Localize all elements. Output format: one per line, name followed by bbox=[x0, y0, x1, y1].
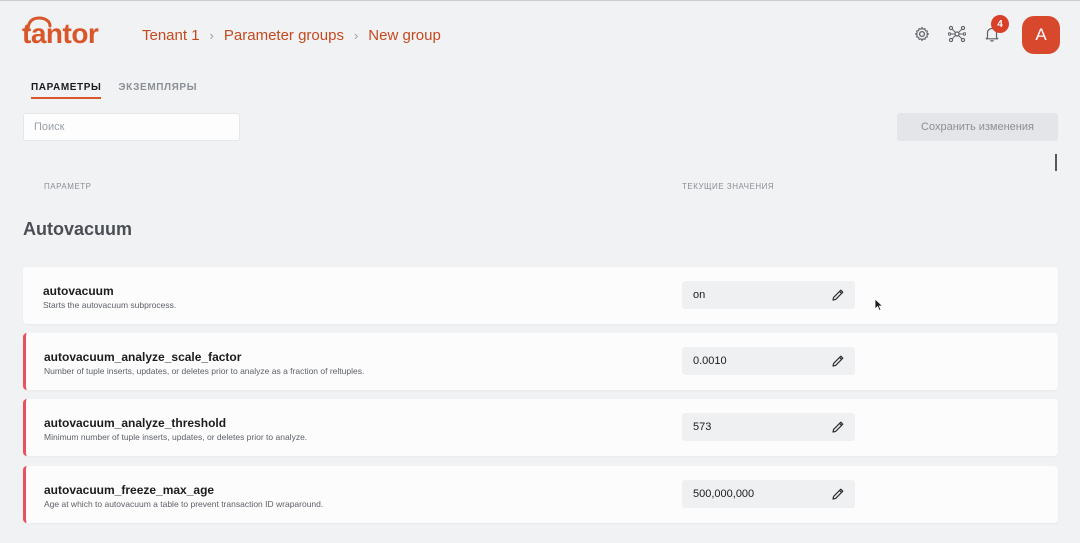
breadcrumb-new-group[interactable]: New group bbox=[368, 27, 441, 44]
tab-instances[interactable]: ЭКЗЕМПЛЯРЫ bbox=[118, 82, 197, 99]
column-header-current-values: ТЕКУЩИЕ ЗНАЧЕНИЯ bbox=[682, 182, 775, 191]
chevron-right-icon: › bbox=[209, 28, 214, 43]
param-row-autovacuum-freeze-max-age: autovacuum_freeze_max_age Age at which t… bbox=[23, 466, 1058, 523]
param-name: autovacuum_freeze_max_age bbox=[44, 483, 215, 497]
param-name: autovacuum_analyze_scale_factor bbox=[44, 350, 242, 364]
param-value: on bbox=[693, 289, 706, 301]
param-value: 573 bbox=[693, 421, 712, 433]
section-title: Autovacuum bbox=[23, 219, 133, 239]
param-row-autovacuum: autovacuum Starts the autovacuum subproc… bbox=[23, 267, 1058, 324]
chevron-right-icon: › bbox=[353, 28, 359, 43]
param-value-field[interactable]: 0.0010 bbox=[682, 347, 855, 375]
save-changes-button[interactable]: Сохранить изменения bbox=[897, 113, 1058, 141]
param-value: 500,000,000 bbox=[693, 488, 755, 500]
search-input[interactable] bbox=[23, 113, 240, 141]
logo-text: tantor bbox=[22, 18, 99, 49]
breadcrumb: Tenant 1 › Parameter groups › New group bbox=[142, 27, 441, 44]
param-description: Starts the autovacuum subprocess. bbox=[43, 300, 177, 310]
param-value-field[interactable]: 573 bbox=[682, 413, 855, 441]
param-value-field[interactable]: on bbox=[682, 281, 855, 309]
tab-parameters[interactable]: ПАРАМЕТРЫ bbox=[31, 82, 102, 99]
pencil-icon[interactable] bbox=[831, 420, 845, 434]
param-description: Age at which to autovacuum a table to pr… bbox=[44, 499, 324, 509]
breadcrumb-parameter-groups[interactable]: Parameter groups bbox=[224, 27, 344, 44]
param-description: Number of tuple inserts, updates, or del… bbox=[44, 366, 365, 376]
mouse-cursor-icon bbox=[874, 298, 884, 312]
tantor-logo[interactable]: tantor bbox=[22, 16, 102, 52]
cluster-icon[interactable] bbox=[947, 24, 967, 44]
column-header-parameter: ПАРАМЕТР bbox=[44, 182, 92, 191]
notification-badge: 4 bbox=[991, 15, 1009, 33]
pencil-icon[interactable] bbox=[831, 354, 845, 368]
param-row-autovacuum-analyze-threshold: autovacuum_analyze_threshold Minimum num… bbox=[23, 399, 1058, 456]
param-description: Minimum number of tuple inserts, updates… bbox=[44, 432, 308, 442]
param-value-field[interactable]: 500,000,000 bbox=[682, 480, 855, 508]
pencil-icon[interactable] bbox=[831, 487, 845, 501]
scrollbar[interactable] bbox=[1055, 154, 1057, 171]
avatar[interactable]: A bbox=[1022, 16, 1060, 54]
param-name: autovacuum bbox=[43, 284, 114, 298]
top-border bbox=[0, 0, 1080, 1]
param-name: autovacuum_analyze_threshold bbox=[44, 416, 227, 430]
gear-icon[interactable] bbox=[912, 24, 932, 44]
breadcrumb-tenant[interactable]: Tenant 1 bbox=[142, 27, 200, 44]
param-row-autovacuum-analyze-scale-factor: autovacuum_analyze_scale_factor Number o… bbox=[23, 333, 1058, 390]
tab-bar: ПАРАМЕТРЫ ЭКЗЕМПЛЯРЫ bbox=[31, 82, 214, 99]
param-value: 0.0010 bbox=[693, 355, 727, 367]
pencil-icon[interactable] bbox=[831, 288, 845, 302]
